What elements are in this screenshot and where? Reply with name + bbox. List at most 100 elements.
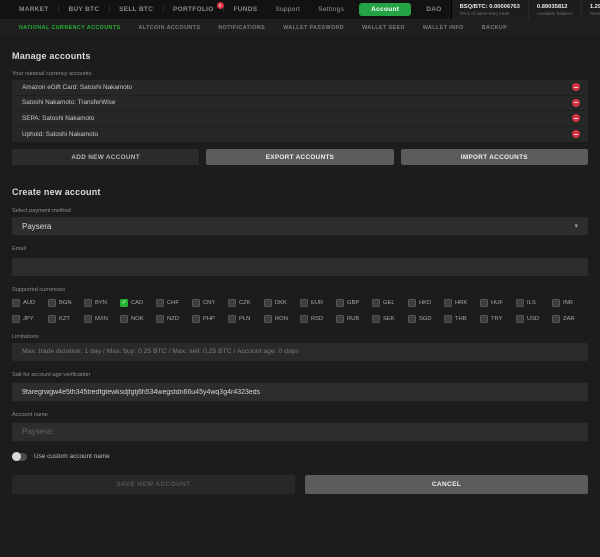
currency-checkbox-huf[interactable]: HUF bbox=[480, 299, 516, 307]
currency-checkbox-kzt[interactable]: KZT bbox=[48, 315, 84, 323]
currency-checkbox-try[interactable]: TRY bbox=[480, 315, 516, 323]
nav-item-support[interactable]: Support bbox=[266, 6, 309, 13]
currency-code: CNY bbox=[203, 300, 215, 306]
currency-checkbox-php[interactable]: PHP bbox=[192, 315, 228, 323]
limitations-value: Max. trade duration: 1 day / Max. buy: 0… bbox=[12, 343, 588, 361]
export-accounts-button[interactable]: EXPORT ACCOUNTS bbox=[206, 149, 393, 165]
minus-icon bbox=[574, 87, 578, 88]
custom-name-toggle[interactable] bbox=[12, 453, 27, 461]
subnav-item-wallet-seed[interactable]: WALLET SEED bbox=[353, 25, 414, 31]
nav-item-account[interactable]: Account bbox=[359, 3, 411, 16]
account-actions-row: ADD NEW ACCOUNT EXPORT ACCOUNTS IMPORT A… bbox=[12, 149, 588, 165]
currency-code: DKK bbox=[275, 300, 287, 306]
currency-code: CHF bbox=[167, 300, 179, 306]
nav-item-sell-btc[interactable]: SELL BTC bbox=[110, 6, 162, 13]
currency-code: KZT bbox=[59, 316, 70, 322]
checkbox-icon bbox=[444, 315, 452, 323]
ticker-label: Reserved bbox=[590, 11, 600, 16]
nav-item-market[interactable]: MARKET bbox=[10, 6, 58, 13]
import-accounts-button[interactable]: IMPORT ACCOUNTS bbox=[401, 149, 588, 165]
currency-checkbox-czk[interactable]: CZK bbox=[228, 299, 264, 307]
ticker-label: Price of latest Bisq trade bbox=[460, 11, 520, 16]
currency-code: SEK bbox=[383, 316, 395, 322]
account-name-text: Amazon eGift Card: Satoshi Nakamoto bbox=[22, 84, 132, 91]
currency-checkbox-sek[interactable]: SEK bbox=[372, 315, 408, 323]
currency-checkbox-hrk[interactable]: HRK bbox=[444, 299, 480, 307]
email-label: Email bbox=[12, 246, 588, 252]
checkbox-icon bbox=[264, 299, 272, 307]
account-list-item[interactable]: Satoshi Nakamoto: TransferWise bbox=[12, 96, 588, 112]
currency-checkbox-rub[interactable]: RUB bbox=[336, 315, 372, 323]
account-name-label: Account name bbox=[12, 412, 588, 418]
nav-item-funds[interactable]: FUNDS bbox=[224, 6, 266, 13]
currency-checkbox-gel[interactable]: GEL bbox=[372, 299, 408, 307]
currency-checkbox-mxn[interactable]: MXN bbox=[84, 315, 120, 323]
currency-code: THB bbox=[455, 316, 467, 322]
subnav-item-notifications[interactable]: NOTIFICATIONS bbox=[209, 25, 274, 31]
account-list-item[interactable]: SEPA: Satoshi Nakamoto bbox=[12, 111, 588, 127]
accounts-list-label: Your national currency accounts bbox=[12, 71, 588, 77]
checkbox-icon bbox=[192, 315, 200, 323]
account-list-item[interactable]: Amazon eGift Card: Satoshi Nakamoto bbox=[12, 80, 588, 96]
top-bar: MARKET|BUY BTC|SELL BTC|PORTFOLIO1|FUNDS… bbox=[0, 0, 600, 19]
currency-checkbox-sgd[interactable]: SGD bbox=[408, 315, 444, 323]
currency-checkbox-gbp[interactable]: GBP bbox=[336, 299, 372, 307]
add-new-account-button[interactable]: ADD NEW ACCOUNT bbox=[12, 149, 199, 165]
account-list-item[interactable]: Uphold: Satoshi Nakamoto bbox=[12, 127, 588, 143]
payment-method-select[interactable]: Paysera ▾ bbox=[12, 217, 588, 235]
delete-account-icon[interactable] bbox=[572, 130, 580, 138]
currency-checkbox-ils[interactable]: ILS bbox=[516, 299, 552, 307]
checkbox-icon bbox=[336, 315, 344, 323]
currency-checkbox-inr[interactable]: INR bbox=[552, 299, 588, 307]
salt-field[interactable] bbox=[12, 383, 588, 401]
currency-code: PLN bbox=[239, 316, 250, 322]
nav-item-settings[interactable]: Settings bbox=[309, 6, 353, 13]
currency-checkbox-thb[interactable]: THB bbox=[444, 315, 480, 323]
currency-checkbox-cad[interactable]: ✓CAD bbox=[120, 299, 156, 307]
account-name-field[interactable] bbox=[12, 423, 588, 441]
currency-checkbox-eur[interactable]: EUR bbox=[300, 299, 336, 307]
currency-checkbox-nok[interactable]: NOK bbox=[120, 315, 156, 323]
currency-checkbox-ron[interactable]: RON bbox=[264, 315, 300, 323]
currency-checkbox-pln[interactable]: PLN bbox=[228, 315, 264, 323]
subnav-item-national-currency-accounts[interactable]: NATIONAL CURRENCY ACCOUNTS bbox=[10, 25, 130, 31]
checkbox-icon bbox=[48, 315, 56, 323]
currency-checkbox-nzd[interactable]: NZD bbox=[156, 315, 192, 323]
nav-item-dao[interactable]: DAO bbox=[417, 6, 450, 13]
currency-code: EUR bbox=[311, 300, 323, 306]
currency-checkbox-cny[interactable]: CNY bbox=[192, 299, 228, 307]
checkbox-icon bbox=[156, 315, 164, 323]
custom-name-toggle-row[interactable]: Use custom account name bbox=[12, 453, 588, 461]
currency-checkbox-usd[interactable]: USD bbox=[516, 315, 552, 323]
subnav-item-wallet-password[interactable]: WALLET PASSWORD bbox=[274, 25, 353, 31]
currency-checkbox-hkd[interactable]: HKD bbox=[408, 299, 444, 307]
checkbox-icon bbox=[444, 299, 452, 307]
nav-item-portfolio[interactable]: PORTFOLIO1 bbox=[164, 6, 223, 13]
delete-account-icon[interactable] bbox=[572, 83, 580, 91]
subnav-item-wallet-info[interactable]: WALLET INFO bbox=[414, 25, 473, 31]
national-accounts-list: Amazon eGift Card: Satoshi Nakamoto Satos… bbox=[12, 80, 588, 142]
delete-account-icon[interactable] bbox=[572, 114, 580, 122]
ticker-block: BSQ/BTC: 0.00006763Price of latest Bisq … bbox=[452, 0, 529, 19]
currency-checkbox-chf[interactable]: CHF bbox=[156, 299, 192, 307]
checkbox-icon bbox=[516, 299, 524, 307]
email-field[interactable] bbox=[12, 258, 588, 276]
currency-checkbox-dkk[interactable]: DKK bbox=[264, 299, 300, 307]
cancel-button[interactable]: CANCEL bbox=[305, 475, 588, 494]
currency-checkbox-zar[interactable]: ZAR bbox=[552, 315, 588, 323]
currency-checkbox-byn[interactable]: BYN bbox=[84, 299, 120, 307]
currency-checkbox-aud[interactable]: AUD bbox=[12, 299, 48, 307]
checkbox-icon bbox=[48, 299, 56, 307]
currency-checkbox-rsd[interactable]: RSD bbox=[300, 315, 336, 323]
nav-item-buy-btc[interactable]: BUY BTC bbox=[59, 6, 108, 13]
save-new-account-button[interactable]: SAVE NEW ACCOUNT bbox=[12, 475, 295, 494]
subnav-item-altcoin-accounts[interactable]: ALTCOIN ACCOUNTS bbox=[130, 25, 210, 31]
manage-accounts-title: Manage accounts bbox=[12, 51, 588, 61]
currency-checkbox-jpy[interactable]: JPY bbox=[12, 315, 48, 323]
currency-code: RSD bbox=[311, 316, 323, 322]
currency-checkbox-bgn[interactable]: BGN bbox=[48, 299, 84, 307]
delete-account-icon[interactable] bbox=[572, 99, 580, 107]
subnav-item-backup[interactable]: BACKUP bbox=[473, 25, 516, 31]
checkbox-icon bbox=[192, 299, 200, 307]
checkbox-icon bbox=[516, 315, 524, 323]
